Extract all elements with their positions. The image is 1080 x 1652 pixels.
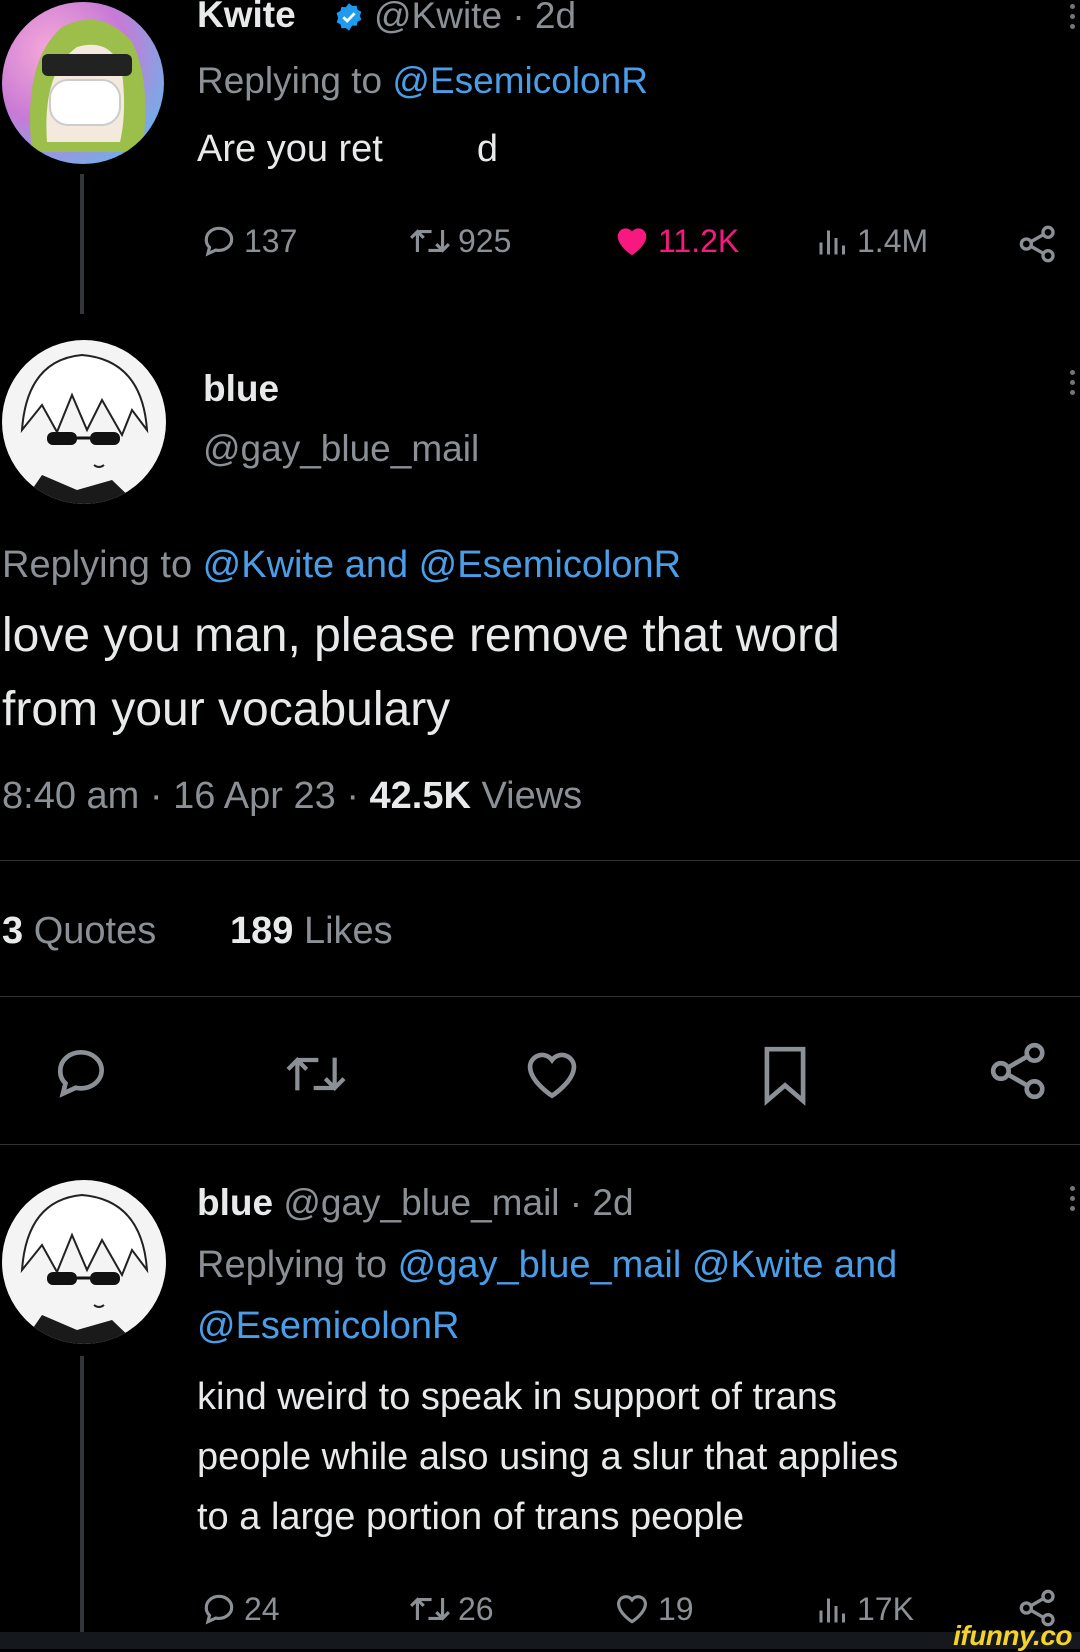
- author-handle-time[interactable]: @Kwite · 2d: [374, 0, 576, 37]
- tweet-text-line: to a large portion of trans people: [197, 1496, 745, 1538]
- retweet-button[interactable]: 925: [408, 222, 511, 260]
- replying-to: Replying to @Kwite and @EsemicolonR: [2, 544, 681, 587]
- verified-badge-icon: [336, 3, 362, 31]
- views-button[interactable]: 1.4M: [815, 222, 928, 260]
- views-count: 17K: [857, 1590, 914, 1627]
- bottom-bar: [0, 1632, 1080, 1649]
- thread-line: [80, 1356, 84, 1632]
- mention-link[interactable]: @gay_blue_mail @Kwite and: [398, 1244, 898, 1286]
- retweet-icon[interactable]: [282, 1046, 350, 1102]
- replying-to: Replying to @gay_blue_mail @Kwite and: [197, 1244, 897, 1287]
- kwite-avatar[interactable]: [2, 2, 164, 164]
- heart-icon: [617, 228, 647, 256]
- share-icon[interactable]: [1018, 224, 1058, 264]
- reply-icon: [204, 1594, 234, 1625]
- quotes-label: Quotes: [23, 910, 157, 952]
- reply-button[interactable]: 24: [200, 1590, 280, 1628]
- tweet-text: Are you ret d: [197, 128, 498, 171]
- retweet-button[interactable]: 26: [408, 1590, 494, 1628]
- mention-link[interactable]: @Kwite and @EsemicolonR: [203, 544, 681, 586]
- bookmark-icon[interactable]: [758, 1044, 812, 1106]
- thread-line: [80, 174, 84, 314]
- likes-stat[interactable]: 189 Likes: [230, 910, 393, 953]
- more-options-icon[interactable]: [1070, 4, 1076, 34]
- quotes-count: 3: [2, 910, 24, 952]
- more-options-icon[interactable]: [1070, 1186, 1076, 1216]
- likes-label: Likes: [293, 910, 393, 952]
- more-options-icon[interactable]: [1070, 370, 1076, 400]
- mention-link[interactable]: @EsemicolonR: [392, 60, 648, 101]
- like-button[interactable]: 19: [612, 1590, 694, 1628]
- views-button[interactable]: 17K: [815, 1590, 914, 1628]
- reply-icon: [204, 226, 234, 257]
- like-count: 19: [658, 1590, 694, 1627]
- quotes-stat[interactable]: 3 Quotes: [2, 910, 156, 953]
- heart-icon: [616, 1595, 648, 1624]
- retweet-count: 26: [458, 1590, 494, 1627]
- author-handle[interactable]: @gay_blue_mail: [203, 428, 479, 470]
- author-handle-time[interactable]: @gay_blue_mail · 2d: [283, 1182, 633, 1223]
- tweet-text-part: Are you ret: [197, 128, 383, 170]
- views-count: 42.5K: [369, 775, 471, 817]
- reply-count: 24: [244, 1590, 280, 1627]
- tweet-text-line: love you man, please remove that word: [2, 609, 840, 662]
- like-button[interactable]: 11.2K: [612, 222, 739, 260]
- views-icon: [819, 1598, 845, 1623]
- retweet-icon: [410, 229, 450, 253]
- author-name[interactable]: blue: [197, 1182, 273, 1223]
- author-name[interactable]: Kwite: [197, 0, 296, 36]
- blue-avatar[interactable]: [2, 340, 166, 504]
- author-name[interactable]: blue: [203, 368, 279, 410]
- tweet-text-line: people while also using a slur that appl…: [197, 1436, 899, 1478]
- reply-icon[interactable]: [50, 1042, 112, 1104]
- mention-link[interactable]: @EsemicolonR: [197, 1305, 459, 1348]
- views-count: 1.4M: [857, 222, 929, 259]
- tweet-header: blue @gay_blue_mail · 2d: [197, 1182, 634, 1224]
- retweet-count: 925: [458, 222, 512, 259]
- tweet-text-line: kind weird to speak in support of trans: [197, 1376, 838, 1418]
- replying-to-prefix: Replying to: [197, 60, 393, 101]
- replying-to-prefix: Replying to: [2, 544, 203, 586]
- blue-avatar[interactable]: [2, 1180, 166, 1344]
- time-date[interactable]: 8:40 am · 16 Apr 23 ·: [2, 775, 370, 817]
- divider: [0, 860, 1080, 861]
- heart-icon[interactable]: [520, 1044, 584, 1106]
- replying-to-prefix: Replying to: [197, 1244, 398, 1286]
- views-icon: [819, 230, 845, 255]
- tweet-text-part: d: [476, 128, 499, 170]
- retweet-icon: [410, 1597, 450, 1621]
- views-label: Views: [470, 775, 583, 817]
- ifunny-watermark: ifunny.co: [953, 1620, 1072, 1651]
- tweet-timestamp: 8:40 am · 16 Apr 23 · 42.5K Views: [2, 775, 582, 818]
- replying-to: Replying to @EsemicolonR: [197, 60, 648, 102]
- like-count: 11.2K: [658, 222, 740, 259]
- likes-count: 189: [230, 910, 294, 952]
- divider: [0, 996, 1080, 997]
- divider: [0, 1144, 1080, 1145]
- reply-count: 137: [244, 222, 298, 259]
- reply-button[interactable]: 137: [200, 222, 297, 260]
- share-icon[interactable]: [988, 1040, 1050, 1102]
- tweet-text-line: from your vocabulary: [2, 683, 451, 736]
